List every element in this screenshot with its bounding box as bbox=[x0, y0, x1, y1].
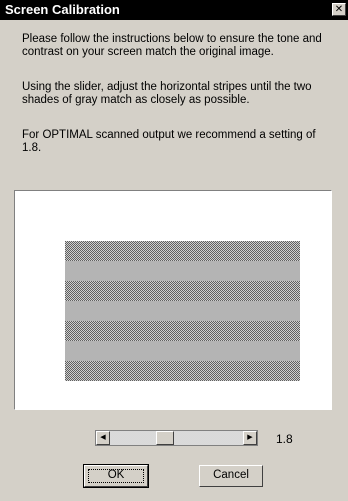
ok-button[interactable]: OK bbox=[83, 464, 149, 488]
dithered-stripe bbox=[65, 241, 300, 262]
slider-thumb[interactable] bbox=[156, 431, 174, 445]
gamma-value: 1.8 bbox=[276, 432, 293, 446]
screen-calibration-dialog: Screen Calibration ✕ Please follow the i… bbox=[0, 0, 348, 501]
ok-button-label: OK bbox=[107, 469, 125, 481]
solid-stripe bbox=[65, 341, 300, 362]
dithered-stripe bbox=[65, 281, 300, 302]
calibration-stripes bbox=[65, 241, 300, 381]
close-icon: ✕ bbox=[334, 4, 344, 15]
calibration-preview-panel bbox=[14, 190, 332, 410]
instruction-slider: Using the slider, adjust the horizontal … bbox=[22, 81, 312, 106]
slider-right-button[interactable]: ▶ bbox=[243, 431, 257, 445]
solid-stripe bbox=[65, 301, 300, 322]
gamma-slider[interactable]: ◀ ▶ bbox=[95, 430, 258, 446]
arrow-left-icon: ◀ bbox=[100, 434, 106, 441]
solid-stripe bbox=[65, 261, 300, 282]
close-button[interactable]: ✕ bbox=[332, 3, 346, 16]
instruction-intro: Please follow the instructions below to … bbox=[22, 33, 322, 58]
cancel-button[interactable]: Cancel bbox=[199, 465, 263, 487]
cancel-button-label: Cancel bbox=[213, 469, 249, 481]
arrow-right-icon: ▶ bbox=[247, 434, 253, 441]
window-title: Screen Calibration bbox=[5, 2, 120, 17]
slider-left-button[interactable]: ◀ bbox=[96, 431, 110, 445]
dithered-stripe bbox=[65, 321, 300, 342]
instruction-recommendation: For OPTIMAL scanned output we recommend … bbox=[22, 129, 316, 154]
dithered-stripe bbox=[65, 361, 300, 381]
title-bar: Screen Calibration ✕ bbox=[0, 0, 348, 20]
